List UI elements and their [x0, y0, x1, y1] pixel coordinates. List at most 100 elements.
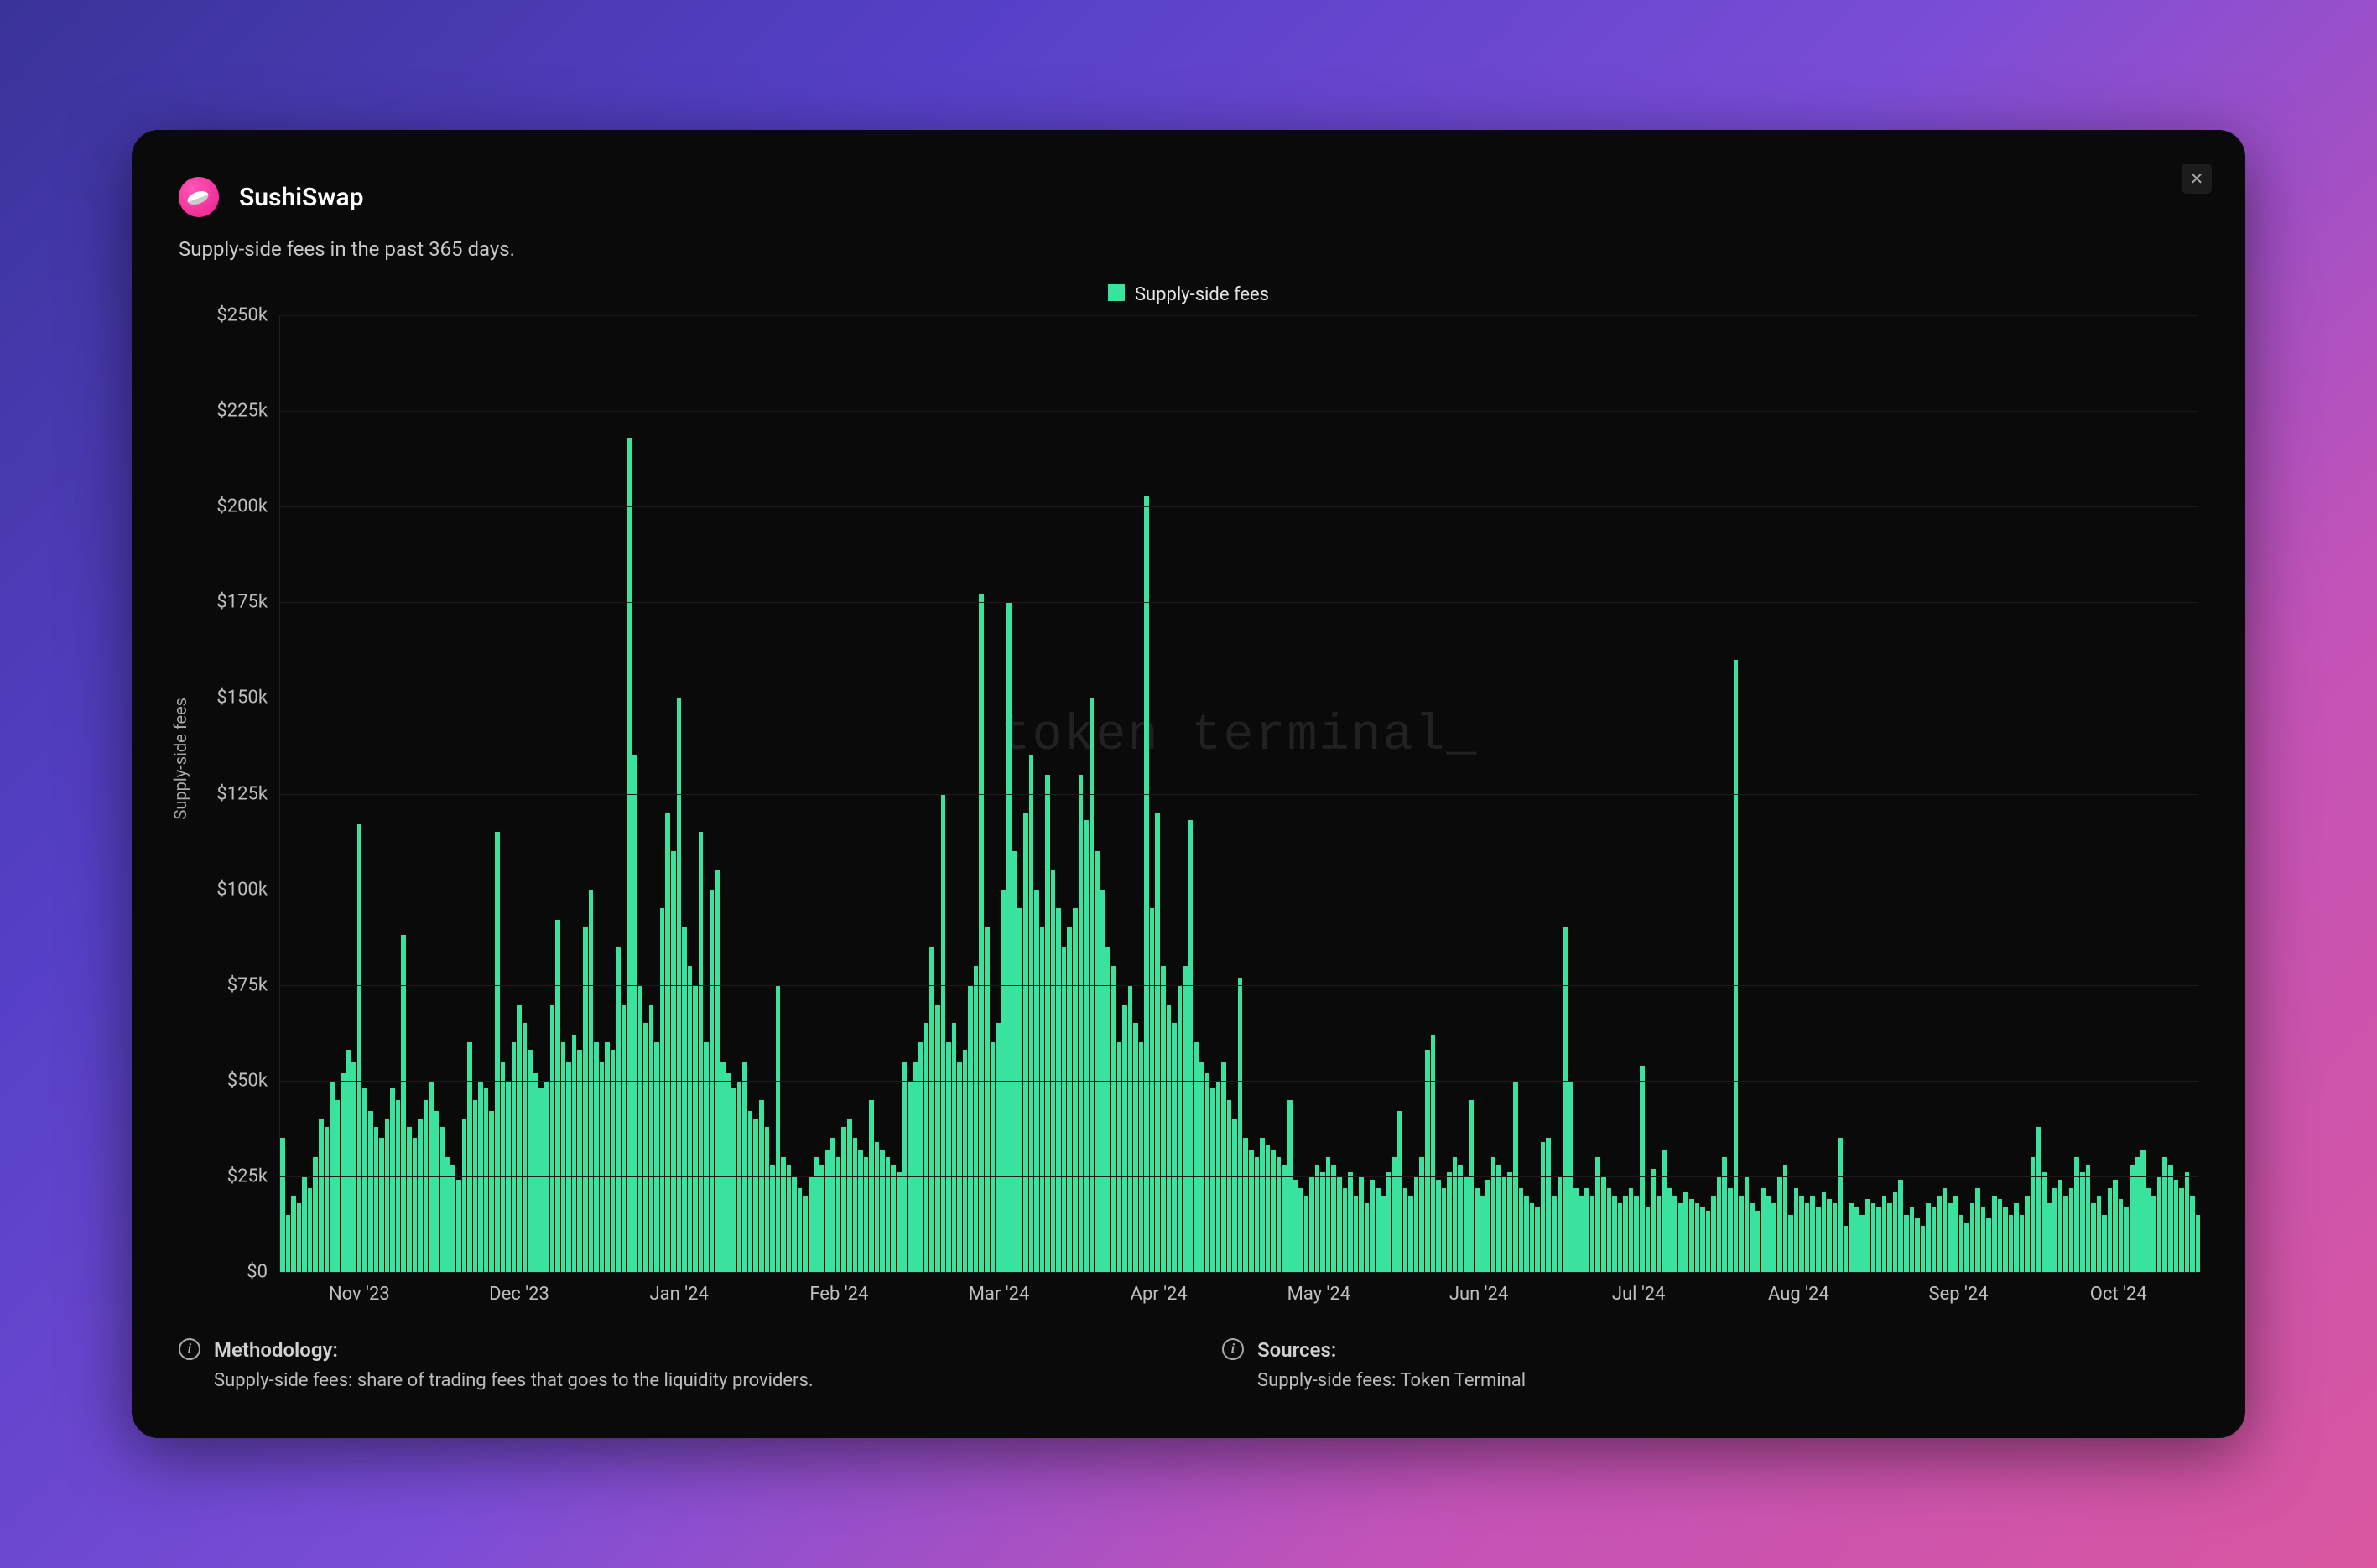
bar [1739, 1196, 1744, 1272]
bar [308, 1188, 313, 1272]
bar [1051, 870, 1056, 1272]
bar [787, 1165, 792, 1272]
bar [2162, 1157, 2167, 1272]
bar [495, 832, 500, 1272]
bar [1623, 1196, 1628, 1272]
bar [2097, 1196, 2102, 1272]
bar [2042, 1172, 2047, 1272]
bar [1563, 927, 1568, 1272]
bar [467, 1042, 472, 1272]
bar [418, 1119, 423, 1272]
sources-title: Sources: [1257, 1338, 1526, 1362]
bar [770, 1165, 775, 1272]
bar [325, 1127, 330, 1272]
bar [583, 927, 588, 1272]
bar [594, 1042, 599, 1272]
bar [341, 1073, 346, 1272]
bar [1442, 1188, 1447, 1272]
bar [1657, 1196, 1662, 1272]
bar [2047, 1203, 2052, 1272]
bar [1238, 978, 1243, 1272]
bar [1315, 1165, 1320, 1272]
close-button[interactable]: ✕ [2182, 164, 2212, 194]
bar [841, 1127, 846, 1272]
bar [616, 947, 621, 1272]
bar [1524, 1196, 1529, 1272]
bar [1932, 1207, 1937, 1272]
bar [2102, 1215, 2107, 1272]
bar [1447, 1172, 1452, 1272]
bar [2179, 1188, 2184, 1272]
bar [2036, 1127, 2041, 1272]
bar [368, 1111, 373, 1272]
bar [1128, 985, 1133, 1272]
bar [1805, 1203, 1810, 1272]
bar [379, 1138, 384, 1272]
bar [1403, 1188, 1408, 1272]
bar [918, 1042, 923, 1272]
bar [1904, 1215, 1909, 1272]
bar [1436, 1180, 1441, 1272]
bar [1833, 1203, 1838, 1272]
bar [731, 1088, 736, 1272]
footer: i Methodology: Supply-side fees: share o… [179, 1338, 2198, 1391]
bar [1266, 1145, 1271, 1272]
bar [1502, 1176, 1507, 1272]
bar [1898, 1180, 1903, 1272]
bar [1183, 966, 1188, 1272]
grid-line [280, 506, 2198, 507]
xaxis: Nov '23Dec '23Jan '24Feb '24Mar '24Apr '… [279, 1284, 2198, 1305]
bar [1298, 1188, 1303, 1272]
bar [2003, 1207, 2008, 1272]
ytick: $200k [216, 496, 268, 517]
bar [501, 1062, 506, 1272]
bar [1397, 1111, 1402, 1272]
bar [1331, 1165, 1336, 1272]
bar [924, 1023, 929, 1272]
bar [632, 755, 637, 1272]
bar [748, 1111, 753, 1272]
bar [2074, 1157, 2079, 1272]
bar [1414, 1176, 1419, 1272]
xtick: Mar '24 [919, 1284, 1079, 1305]
bar [1260, 1138, 1265, 1272]
bar [1672, 1196, 1677, 1272]
bar [1469, 1100, 1475, 1272]
bar [1117, 1042, 1122, 1272]
bar [1144, 496, 1149, 1272]
grid-line [280, 1176, 2198, 1177]
bar [1794, 1188, 1799, 1272]
bar [1612, 1196, 1617, 1272]
chart-card: ✕ SushiSwap Supply-side fees in the past… [132, 130, 2245, 1438]
bar [550, 1005, 555, 1272]
bar [853, 1138, 858, 1272]
bar [2058, 1180, 2063, 1272]
bar [974, 966, 979, 1272]
bar [2157, 1176, 2162, 1272]
bar [1998, 1199, 2003, 1272]
bar [941, 794, 946, 1273]
bar [424, 1100, 429, 1272]
bar [1970, 1203, 1975, 1272]
bar [1959, 1215, 1964, 1272]
bar [1777, 1176, 1782, 1272]
bar [803, 1196, 808, 1272]
bar [1761, 1188, 1766, 1272]
bar [1546, 1138, 1551, 1272]
bar [836, 1157, 841, 1272]
bar [946, 1042, 951, 1272]
bar [1915, 1218, 1920, 1272]
grid-line [280, 602, 2198, 603]
sources-body: Supply-side fees: Token Terminal [1257, 1370, 1526, 1391]
bar [726, 1073, 731, 1272]
bar [2063, 1196, 2068, 1272]
bar [1205, 1073, 1210, 1272]
close-icon: ✕ [2190, 169, 2204, 190]
bar [1381, 1196, 1386, 1272]
bar [1287, 1100, 1293, 1272]
bar [742, 1062, 747, 1272]
bar [1629, 1188, 1634, 1272]
bar [671, 851, 676, 1272]
bar [390, 1088, 395, 1272]
bar [1651, 1169, 1656, 1272]
